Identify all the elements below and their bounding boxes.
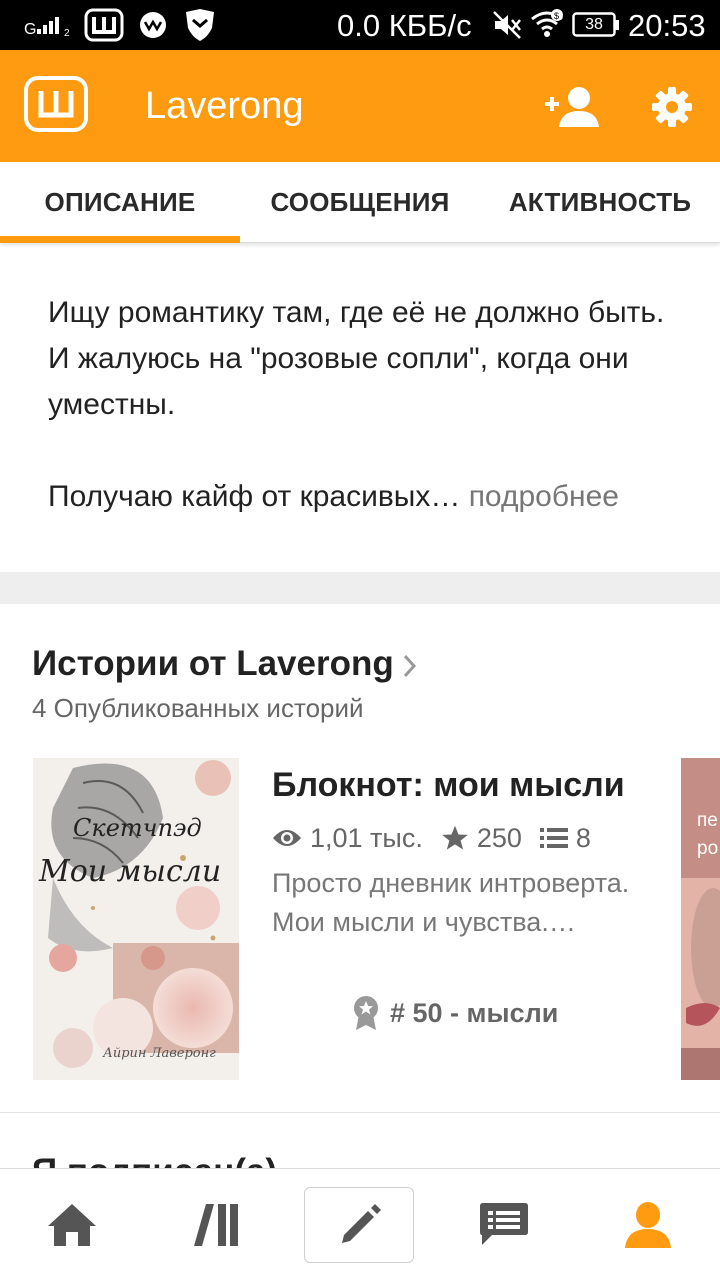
active-tab-indicator [0,236,240,243]
bottom-navigation [0,1168,720,1281]
section-separator [0,572,720,604]
battery-icon: 38 [572,12,620,37]
messages-icon [480,1203,528,1245]
gear-icon [652,87,692,127]
status-bar: G 2 0.0 КББ/с $ 38 20:53 [0,0,720,50]
clock: 20:53 [628,8,706,43]
app-logo[interactable] [24,76,88,132]
profile-icon [625,1202,671,1248]
next-story-cover[interactable]: пе ро [681,758,720,1080]
chevron-right-icon[interactable] [400,652,420,685]
story-title[interactable]: Блокнот: мои мысли [272,764,625,806]
library-icon [194,1204,238,1246]
svg-text:G: G [24,21,36,38]
profile-tabs: ОПИСАНИЕ СООБЩЕНИЯ АКТИВНОСТЬ [0,162,720,243]
eye-icon [273,830,301,846]
parts-count: 8 [575,822,591,853]
app-notification-icon [138,10,168,45]
home-icon [48,1204,96,1246]
cover-author: Айрин Лаверонг [103,1046,216,1061]
wifi-icon: $ [530,9,564,44]
network-speed: 0.0 КББ/с [337,8,472,43]
nav-write[interactable] [288,1169,432,1281]
next-cover-text-2: ро [697,838,719,859]
svg-text:2: 2 [64,28,70,38]
parts-list-icon [539,828,568,848]
star-icon [441,825,468,850]
reads-count: 1,01 тыс. [310,822,423,853]
stories-count: 4 Опубликованных историй [32,693,364,723]
description-paragraph-1: Ищу романтику там, где её не должно быть… [48,296,665,421]
follow-user-button[interactable] [542,80,602,134]
nav-home[interactable] [0,1169,144,1281]
cover-title-line2: Мои мысли [39,854,222,889]
description-paragraph-2: Получаю кайф от красивых… подробнее [48,474,678,520]
app-bar: Laverong [0,50,720,162]
story-description: Просто дневник интроверта. Мои мысли и ч… [272,868,630,937]
nav-profile[interactable] [576,1169,720,1281]
rank-label: # 50 - мысли [390,997,559,1028]
section-divider [0,1112,720,1113]
battery-level: 38 [585,16,603,33]
profile-description: Ищу романтику там, где её не должно быть… [48,290,678,520]
profile-username: Laverong [145,85,304,127]
pencil-icon [342,1204,381,1243]
svg-text:$: $ [554,11,559,21]
settings-button[interactable] [642,80,702,134]
shield-icon [184,8,216,47]
votes-count: 250 [476,822,522,853]
story-stats: 1,01 тыс. 250 8 [272,818,609,858]
ribbon-icon [354,996,378,1030]
signal-icon: G 2 [24,14,76,43]
story-rank: # 50 - мысли [352,994,558,1032]
wattpad-notification-icon [84,8,124,47]
tab-description[interactable]: ОПИСАНИЕ [0,162,240,242]
add-user-icon [545,87,599,127]
nav-messages[interactable] [432,1169,576,1281]
tab-messages[interactable]: СООБЩЕНИЯ [240,162,480,242]
nav-library[interactable] [144,1169,288,1281]
story-cover[interactable]: Скетчпэд Мои мысли Айрин Лаверонг [33,758,239,1080]
read-more-link[interactable]: подробнее [469,480,619,513]
mute-icon [492,10,522,45]
description-teaser: Получаю кайф от красивых… [48,480,461,513]
tab-activity[interactable]: АКТИВНОСТЬ [480,162,720,242]
stories-section-title[interactable]: Истории от Laverong [32,642,394,686]
cover-title-line1: Скетчпэд [73,814,202,842]
next-cover-text-1: пе [697,810,718,831]
